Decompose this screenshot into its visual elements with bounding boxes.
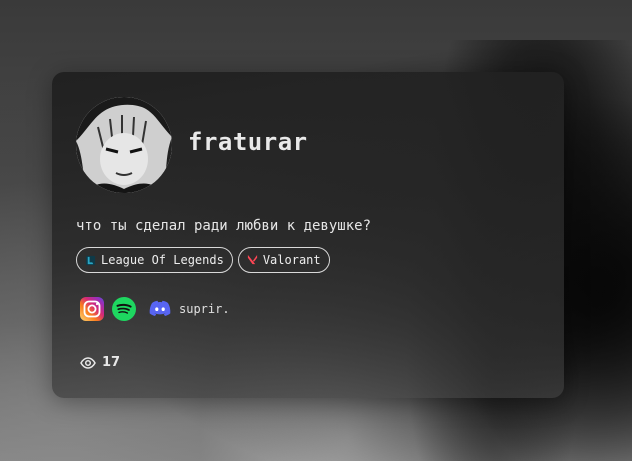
- eye-icon: [80, 356, 96, 369]
- bio-text: что ты сделал ради любви к девушке?: [76, 218, 372, 234]
- game-badges: League Of Legends Valorant: [76, 247, 330, 273]
- badge-label: Valorant: [262, 253, 321, 267]
- social-links: suprir.: [80, 297, 230, 321]
- badge-valorant[interactable]: Valorant: [237, 247, 330, 273]
- view-count: 17: [102, 355, 121, 370]
- manga-portrait-avatar: [76, 97, 172, 193]
- profile-card: fraturar что ты сделал ради любви к деву…: [52, 72, 564, 398]
- avatar: [76, 97, 172, 193]
- valorant-icon: [247, 254, 257, 264]
- view-counter: 17: [80, 355, 120, 370]
- username: fraturar: [188, 128, 308, 156]
- spotify-icon[interactable]: [112, 297, 136, 321]
- discord-link[interactable]: suprir.: [148, 297, 230, 321]
- discord-username: suprir.: [179, 302, 230, 316]
- badge-label: League Of Legends: [101, 253, 224, 267]
- discord-icon: [149, 300, 171, 316]
- badge-league-of-legends[interactable]: League Of Legends: [76, 247, 233, 273]
- instagram-icon[interactable]: [80, 297, 104, 321]
- league-of-legends-icon: [85, 255, 96, 265]
